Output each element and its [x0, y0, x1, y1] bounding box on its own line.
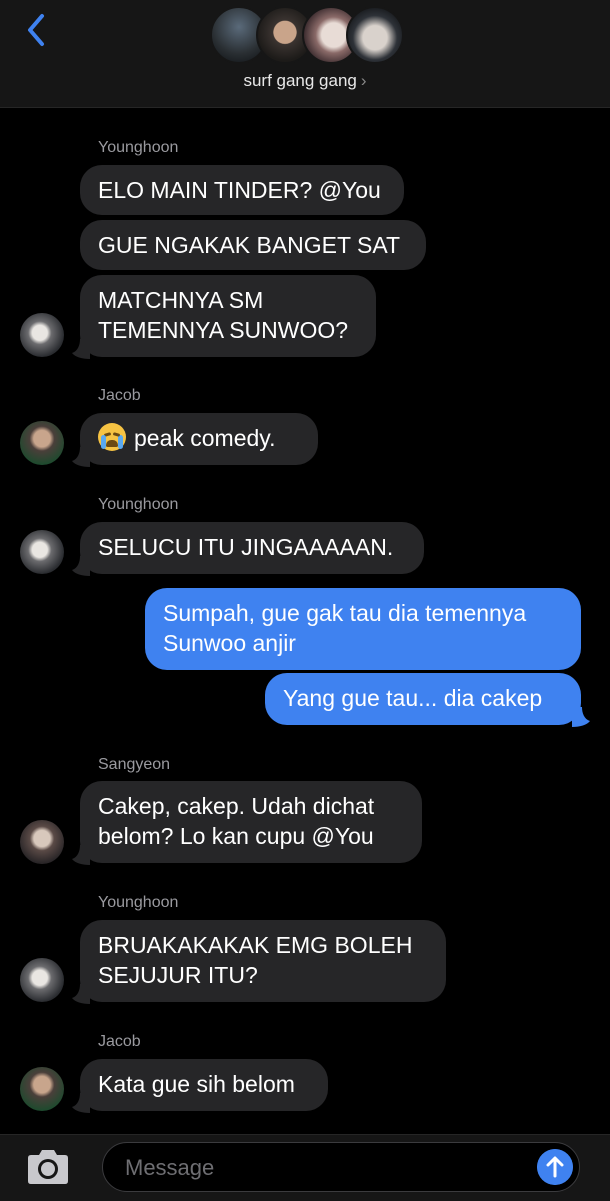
message-text-line: belom? Lo kan cupu @You: [98, 823, 374, 849]
arrow-up-icon[interactable]: [537, 1149, 573, 1185]
chat-header: surf gang gang ›: [0, 0, 610, 108]
sender-name: Sangyeon: [98, 756, 171, 773]
message-text-line: Cakep, cakep. Udah dichat: [98, 793, 375, 819]
message-text: peak comedy.: [134, 425, 276, 451]
message-text-line: Sunwoo anjir: [163, 630, 296, 656]
message-bubble[interactable]: SELUCU ITU JINGAAAAAN.: [80, 522, 424, 574]
message-input[interactable]: [123, 1151, 527, 1185]
avatar[interactable]: [20, 1067, 64, 1111]
sender-name: Jacob: [98, 1033, 141, 1050]
avatar[interactable]: [20, 820, 64, 864]
sender-name: Younghoon: [98, 139, 179, 156]
bubble-tail: [72, 556, 90, 576]
avatar[interactable]: [20, 958, 64, 1002]
sender-name: Jacob: [98, 387, 141, 404]
avatar: [346, 6, 404, 64]
group-avatars[interactable]: [210, 6, 404, 66]
message-text-line: BRUAKAKAKAK EMG BOLEH: [98, 932, 413, 958]
message-bubble[interactable]: Kata gue sih belom: [80, 1059, 328, 1111]
message-text-line: TEMENNYA SUNWOO?: [98, 317, 349, 343]
message-text-line: SEJUJUR ITU?: [98, 962, 258, 988]
avatar[interactable]: [20, 530, 64, 574]
message-text-line: MATCHNYA SM: [98, 287, 264, 313]
chevron-left-icon[interactable]: [22, 10, 52, 50]
message-text: Yang gue tau... dia cakep: [283, 685, 543, 711]
message-text: Kata gue sih belom: [98, 1071, 295, 1097]
avatar[interactable]: [20, 421, 64, 465]
message-bubble[interactable]: peak comedy.: [80, 413, 318, 465]
bubble-tail: [72, 845, 90, 865]
group-name[interactable]: surf gang gang ›: [0, 71, 610, 91]
bubble-tail: [72, 339, 90, 359]
message-text-line: Sumpah, gue gak tau dia temennya: [163, 600, 527, 626]
avatar[interactable]: [20, 313, 64, 357]
bubble-tail: [72, 447, 90, 467]
message-text: ELO MAIN TINDER? @You: [98, 177, 381, 203]
bubble-tail: [72, 1093, 90, 1113]
message-bubble[interactable]: Cakep, cakep. Udah dichat belom? Lo kan …: [80, 781, 422, 863]
sender-name: Younghoon: [98, 894, 179, 911]
message-bubble[interactable]: ELO MAIN TINDER? @You: [80, 165, 404, 215]
bubble-tail: [572, 707, 590, 727]
outgoing-message-bubble[interactable]: Sumpah, gue gak tau dia temennya Sunwoo …: [145, 588, 581, 670]
outgoing-message-bubble[interactable]: Yang gue tau... dia cakep: [265, 673, 581, 725]
message-bubble[interactable]: BRUAKAKAKAK EMG BOLEH SEJUJUR ITU?: [80, 920, 446, 1002]
crying-face-icon: [98, 423, 126, 451]
camera-icon[interactable]: [24, 1149, 72, 1185]
bubble-tail: [72, 984, 90, 1004]
chevron-right-icon: ›: [360, 71, 367, 90]
message-bubble[interactable]: MATCHNYA SM TEMENNYA SUNWOO?: [80, 275, 376, 357]
group-name-label: surf gang gang: [243, 71, 357, 90]
sender-name: Younghoon: [98, 496, 179, 513]
message-input-field[interactable]: [102, 1142, 580, 1192]
message-text: SELUCU ITU JINGAAAAAN.: [98, 534, 394, 560]
message-bubble[interactable]: GUE NGAKAK BANGET SAT: [80, 220, 426, 270]
message-text: GUE NGAKAK BANGET SAT: [98, 232, 401, 258]
